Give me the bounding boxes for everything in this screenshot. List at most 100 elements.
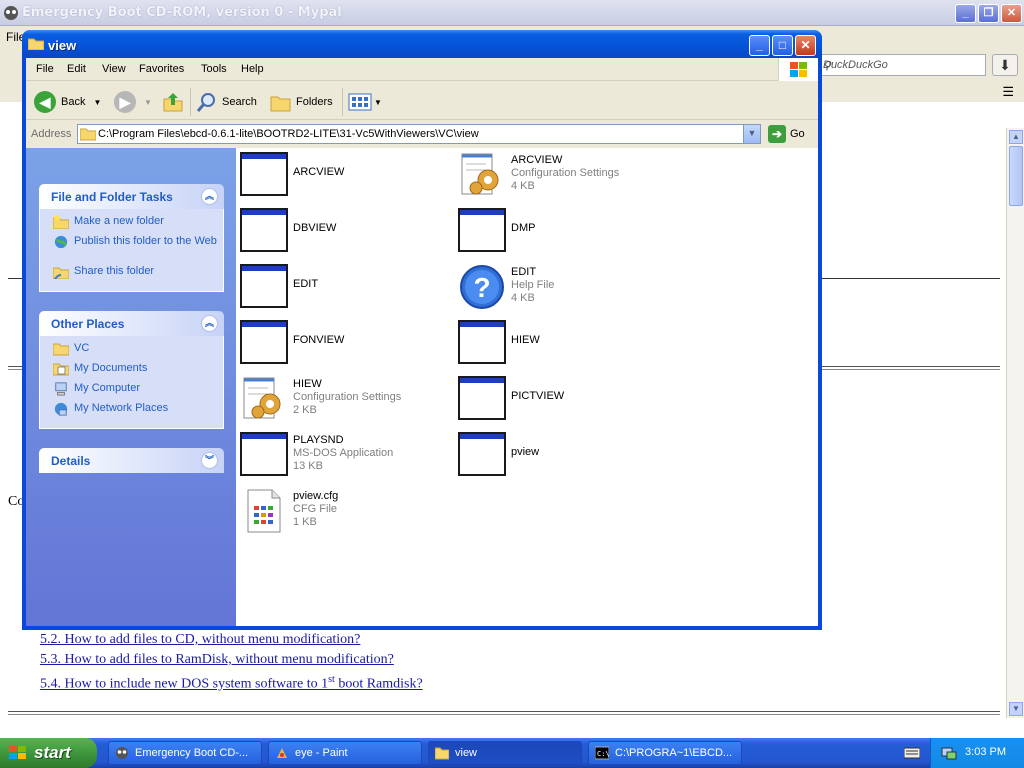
panel-body: VC My Documents My Computer My Network P… — [39, 336, 224, 429]
file-item[interactable]: FONVIEW — [236, 318, 446, 368]
task-make-new-folder[interactable]: Make a new folder — [40, 215, 223, 235]
browser-titlebar: Emergency Boot CD-ROM, version 0 - Mypal… — [0, 0, 1024, 26]
browser-title: Emergency Boot CD-ROM, version 0 - Mypal — [22, 5, 342, 20]
minimize-button[interactable]: _ — [749, 35, 770, 56]
collapse-icon[interactable]: ︽ — [201, 315, 218, 332]
place-my-documents[interactable]: My Documents — [40, 362, 223, 382]
place-label: My Computer — [74, 382, 141, 394]
details-header[interactable]: Details ︾ — [39, 448, 224, 473]
file-item[interactable]: DBVIEW — [236, 206, 446, 256]
go-button[interactable]: ➔ Go — [768, 125, 805, 143]
explorer-titlebar[interactable]: view _ □ ✕ — [22, 30, 822, 58]
taskbar-item-browser[interactable]: Emergency Boot CD-... — [108, 741, 262, 765]
taskbar-item-view[interactable]: view — [428, 741, 582, 765]
keyboard-icon[interactable] — [904, 747, 920, 759]
forward-button[interactable]: ▶ ▼ — [114, 90, 152, 114]
file-item[interactable]: ARCVIEW Configuration Settings 4 KB — [454, 150, 664, 200]
exe-icon — [458, 432, 506, 478]
chevron-down-icon[interactable]: ▼ — [374, 98, 382, 107]
hamburger-menu-icon[interactable]: ☰ — [1002, 84, 1014, 100]
scroll-down-icon[interactable]: ▼ — [1009, 702, 1023, 716]
file-name: HIEW — [511, 334, 540, 346]
file-type: Help File — [511, 279, 555, 291]
browser-vertical-scrollbar[interactable]: ▲ ▼ — [1006, 128, 1024, 718]
browser-close-button[interactable]: ✕ — [1001, 4, 1022, 23]
chevron-down-icon[interactable]: ▼ — [93, 98, 101, 107]
place-vc[interactable]: VC — [40, 342, 223, 362]
doc-link-5-4[interactable]: 5.4. How to include new DOS system softw… — [40, 674, 423, 693]
file-name: DMP — [511, 222, 536, 234]
file-type: Configuration Settings — [293, 391, 402, 403]
taskbar-item-cmd[interactable]: C:\ C:\PROGRA~1\EBCD... — [588, 741, 742, 765]
address-dropdown-icon[interactable]: ▼ — [743, 125, 760, 143]
task-publish-web[interactable]: Publish this folder to the Web — [40, 235, 223, 265]
other-places-panel: Other Places ︽ VC My Documents My Comput… — [39, 311, 224, 429]
file-item[interactable]: DMP — [454, 206, 664, 256]
download-button[interactable]: ⬇ — [992, 54, 1018, 76]
browser-search-input[interactable]: DuckDuckGo ⚲ — [818, 54, 986, 76]
file-item[interactable]: PLAYSND MS-DOS Application 13 KB — [236, 430, 446, 480]
file-name: PICTVIEW — [511, 390, 565, 402]
toolbar-separator — [190, 88, 191, 116]
config-icon — [458, 152, 506, 198]
file-item[interactable]: ARCVIEW — [236, 150, 446, 200]
browser-minimize-button[interactable]: _ — [955, 4, 976, 23]
scrollbar-thumb[interactable] — [1009, 146, 1023, 206]
search-icon — [196, 93, 215, 112]
file-type: MS-DOS Application — [293, 447, 394, 459]
file-item[interactable]: pview.cfg CFG File 1 KB — [236, 486, 446, 536]
menu-tools[interactable]: Tools — [201, 63, 227, 75]
file-item[interactable]: pview — [454, 430, 664, 480]
start-label: start — [34, 743, 71, 762]
file-item[interactable]: HIEW — [454, 318, 664, 368]
exe-icon — [240, 152, 288, 198]
up-folder-icon — [163, 93, 183, 112]
place-my-network[interactable]: My Network Places — [40, 402, 223, 422]
doc-link-5-2[interactable]: 5.2. How to add files to CD, without men… — [40, 632, 360, 648]
close-button[interactable]: ✕ — [795, 35, 816, 56]
exe-icon — [240, 432, 288, 478]
collapse-icon[interactable]: ︽ — [201, 188, 218, 205]
network-tray-icon[interactable] — [941, 745, 957, 761]
explorer-toolbar: ◀ Back ▼ ▶ ▼ Search Folders ▼ — [26, 82, 818, 120]
other-places-header[interactable]: Other Places ︽ — [39, 311, 224, 336]
task-share-folder[interactable]: Share this folder — [40, 265, 223, 285]
file-name: PLAYSND — [293, 434, 344, 446]
menu-file[interactable]: File — [36, 63, 54, 75]
up-folder-button[interactable] — [162, 90, 184, 114]
exe-icon — [240, 320, 288, 366]
menu-edit[interactable]: Edit — [67, 63, 86, 75]
file-size: 1 KB — [293, 516, 317, 528]
browser-maximize-button[interactable]: ❐ — [978, 4, 999, 23]
page-divider — [8, 711, 1000, 715]
menu-help[interactable]: Help — [241, 63, 264, 75]
expand-icon[interactable]: ︾ — [201, 452, 218, 469]
scroll-up-icon[interactable]: ▲ — [1009, 130, 1023, 144]
search-icon[interactable]: ⚲ — [823, 59, 982, 72]
file-item[interactable]: PICTVIEW — [454, 374, 664, 424]
menu-favorites[interactable]: Favorites — [139, 63, 184, 75]
start-button[interactable]: start — [0, 738, 97, 768]
file-size: 4 KB — [511, 180, 535, 192]
file-folder-tasks-header[interactable]: File and Folder Tasks ︽ — [39, 184, 224, 209]
folders-button[interactable]: Folders — [270, 90, 333, 114]
file-name: HIEW — [293, 378, 322, 390]
file-name: pview.cfg — [293, 490, 339, 502]
back-button[interactable]: ◀ Back ▼ — [34, 90, 101, 114]
place-my-computer[interactable]: My Computer — [40, 382, 223, 402]
search-button[interactable]: Search — [196, 90, 257, 114]
share-folder-icon — [53, 267, 69, 279]
file-item[interactable]: HIEW Configuration Settings 2 KB — [236, 374, 446, 424]
menu-view[interactable]: View — [102, 63, 126, 75]
address-value: C:\Program Files\ebcd-0.6.1-lite\BOOTRD2… — [98, 128, 479, 140]
svg-text:?: ? — [473, 272, 490, 303]
taskbar-item-paint[interactable]: eye - Paint — [268, 741, 422, 765]
maximize-button[interactable]: □ — [772, 35, 793, 56]
address-input[interactable]: C:\Program Files\ebcd-0.6.1-lite\BOOTRD2… — [77, 124, 761, 144]
file-item[interactable]: ? EDIT Help File 4 KB — [454, 262, 664, 312]
chevron-down-icon: ▼ — [144, 97, 152, 107]
file-item[interactable]: EDIT — [236, 262, 446, 312]
doc-link-5-4-rest: boot Ramdisk? — [334, 676, 423, 692]
views-button[interactable]: ▼ — [348, 90, 382, 114]
doc-link-5-3[interactable]: 5.3. How to add files to RamDisk, withou… — [40, 652, 394, 668]
